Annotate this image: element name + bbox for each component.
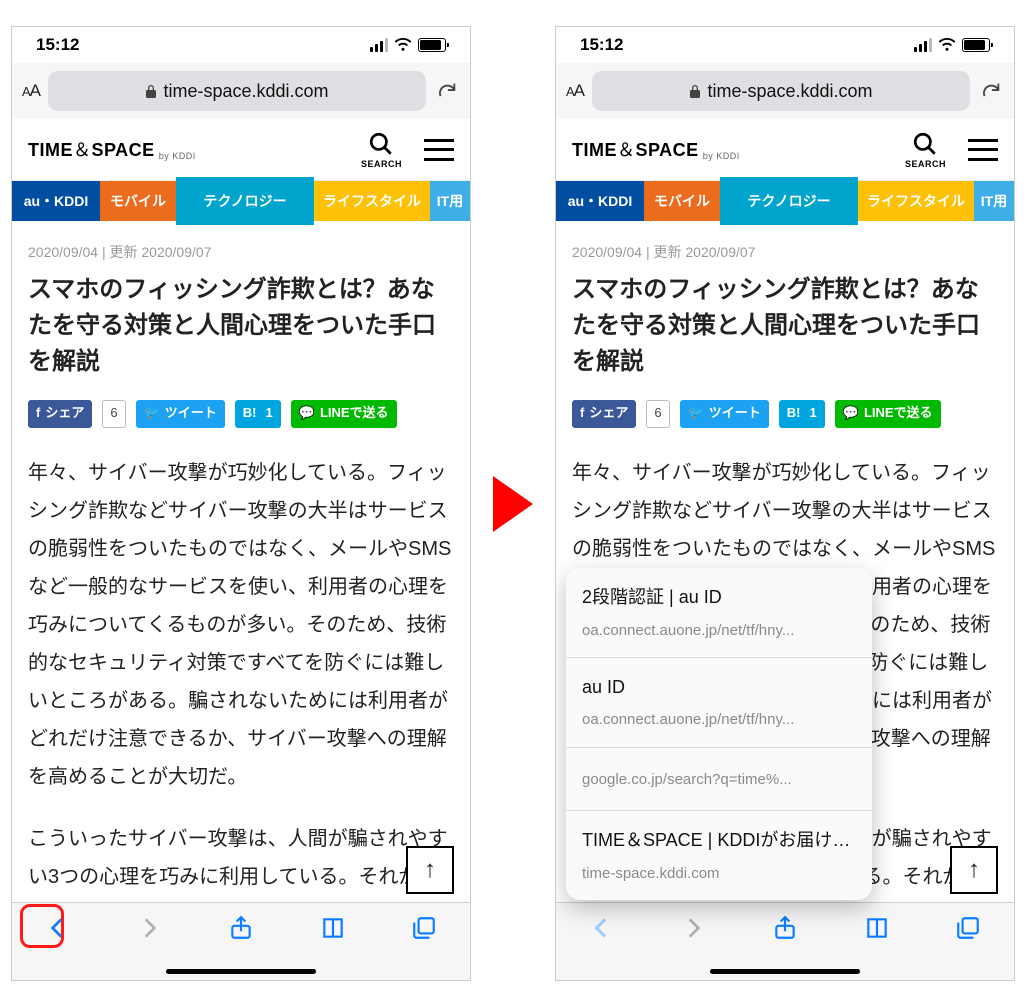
battery-icon [418, 38, 446, 52]
article-title: スマホのフィッシング詐欺とは？あなたを守る対策と人間心理をついた手口を解説 [572, 272, 998, 380]
status-icons [370, 38, 446, 52]
lock-icon [689, 84, 701, 98]
url-text: time-space.kddi.com [163, 81, 328, 102]
article-date: 2020/09/04 | 更新 2020/09/07 [572, 239, 998, 266]
status-time: 15:12 [36, 35, 79, 55]
tab-technology[interactable]: テクノロジー [720, 177, 858, 225]
battery-icon [962, 38, 990, 52]
search-icon [368, 131, 394, 157]
share-row: fシェア 6 🐦ツイート B!1 💬LINEで送る [572, 400, 998, 428]
home-indicator[interactable] [710, 969, 860, 974]
bookmarks-button[interactable] [320, 915, 346, 946]
search-icon [912, 131, 938, 157]
article-content: 2020/09/04 | 更新 2020/09/07 スマホのフィッシング詐欺と… [556, 221, 1014, 980]
share-line[interactable]: 💬LINEで送る [835, 400, 941, 428]
back-button[interactable] [45, 915, 71, 946]
tab-au-kddi[interactable]: au・KDDI [556, 181, 644, 221]
share-twitter[interactable]: 🐦ツイート [680, 400, 769, 428]
url-field[interactable]: time-space.kddi.com [592, 71, 970, 111]
back-button[interactable] [589, 915, 615, 946]
lock-icon [145, 84, 157, 98]
share-button[interactable] [772, 915, 798, 946]
tab-lifestyle[interactable]: ライフスタイル [314, 181, 430, 221]
share-hatena[interactable]: B!1 [779, 400, 825, 428]
status-icons [914, 38, 990, 52]
site-header: TIME＆SPACEby KDDI SEARCH [12, 119, 470, 181]
article-title: スマホのフィッシング詐欺とは？あなたを守る対策と人間心理をついた手口を解説 [28, 272, 454, 380]
article-date: 2020/09/04 | 更新 2020/09/07 [28, 239, 454, 266]
share-facebook[interactable]: fシェア [28, 400, 92, 428]
search-button[interactable]: SEARCH [905, 131, 946, 169]
text-size-button[interactable]: AA [566, 81, 584, 101]
url-text: time-space.kddi.com [707, 81, 872, 102]
transition-arrow-icon [493, 476, 533, 532]
share-line[interactable]: 💬LINEで送る [291, 400, 397, 428]
share-facebook-count: 6 [646, 400, 669, 428]
tab-mobile[interactable]: モバイル [100, 181, 176, 221]
forward-button[interactable] [136, 915, 162, 946]
tabs-button[interactable] [411, 915, 437, 946]
tab-mobile[interactable]: モバイル [644, 181, 720, 221]
status-time: 15:12 [580, 35, 623, 55]
tab-au-kddi[interactable]: au・KDDI [12, 181, 100, 221]
cellular-icon [370, 38, 388, 52]
reload-button[interactable] [978, 80, 1004, 102]
history-item[interactable]: TIME＆SPACE | KDDIがお届け… time-space.kddi.c… [566, 811, 872, 900]
tab-it[interactable]: IT用 [430, 181, 470, 221]
share-facebook-count: 6 [102, 400, 125, 428]
status-bar: 15:12 [12, 27, 470, 63]
cellular-icon [914, 38, 932, 52]
home-indicator[interactable] [166, 969, 316, 974]
forward-button[interactable] [680, 915, 706, 946]
phone-left: 15:12 AA time-space.kddi.com TIME＆SPACEb… [11, 26, 471, 981]
share-button[interactable] [228, 915, 254, 946]
url-field[interactable]: time-space.kddi.com [48, 71, 426, 111]
site-logo[interactable]: TIME＆SPACEby KDDI [572, 136, 740, 163]
category-tabs: au・KDDI モバイル テクノロジー ライフスタイル IT用 [556, 181, 1014, 221]
phone-right: 15:12 AA time-space.kddi.com TIME＆SPACEb… [555, 26, 1015, 981]
status-bar: 15:12 [556, 27, 1014, 63]
text-size-button[interactable]: AA [22, 81, 40, 101]
menu-button[interactable] [968, 139, 998, 161]
bookmarks-button[interactable] [864, 915, 890, 946]
tab-technology[interactable]: テクノロジー [176, 177, 314, 225]
history-item[interactable]: google.co.jp/search?q=time%... [566, 748, 872, 812]
menu-button[interactable] [424, 139, 454, 161]
safari-toolbar [12, 902, 470, 980]
history-item[interactable]: 2段階認証 | au ID oa.connect.auone.jp/net/tf… [566, 568, 872, 658]
safari-address-bar: AA time-space.kddi.com [556, 63, 1014, 119]
site-logo[interactable]: TIME＆SPACEby KDDI [28, 136, 196, 163]
tab-lifestyle[interactable]: ライフスタイル [858, 181, 974, 221]
wifi-icon [394, 38, 412, 52]
search-button[interactable]: SEARCH [361, 131, 402, 169]
share-hatena[interactable]: B!1 [235, 400, 281, 428]
safari-address-bar: AA time-space.kddi.com [12, 63, 470, 119]
history-item[interactable]: au ID oa.connect.auone.jp/net/tf/hny... [566, 658, 872, 748]
tabs-button[interactable] [955, 915, 981, 946]
back-history-popup: 2段階認証 | au ID oa.connect.auone.jp/net/tf… [566, 568, 872, 900]
tab-it[interactable]: IT用 [974, 181, 1014, 221]
share-facebook[interactable]: fシェア [572, 400, 636, 428]
category-tabs: au・KDDI モバイル テクノロジー ライフスタイル IT用 [12, 181, 470, 221]
reload-button[interactable] [434, 80, 460, 102]
article-content: 2020/09/04 | 更新 2020/09/07 スマホのフィッシング詐欺と… [12, 221, 470, 980]
scroll-top-button[interactable]: ↑ [406, 846, 454, 894]
site-header: TIME＆SPACEby KDDI SEARCH [556, 119, 1014, 181]
share-twitter[interactable]: 🐦ツイート [136, 400, 225, 428]
scroll-top-button[interactable]: ↑ [950, 846, 998, 894]
wifi-icon [938, 38, 956, 52]
article-body: 年々、サイバー攻撃が巧妙化している。フィッシング詐欺などサイバー攻撃の大半はサー… [28, 454, 454, 934]
share-row: fシェア 6 🐦ツイート B!1 💬LINEで送る [28, 400, 454, 428]
safari-toolbar [556, 902, 1014, 980]
